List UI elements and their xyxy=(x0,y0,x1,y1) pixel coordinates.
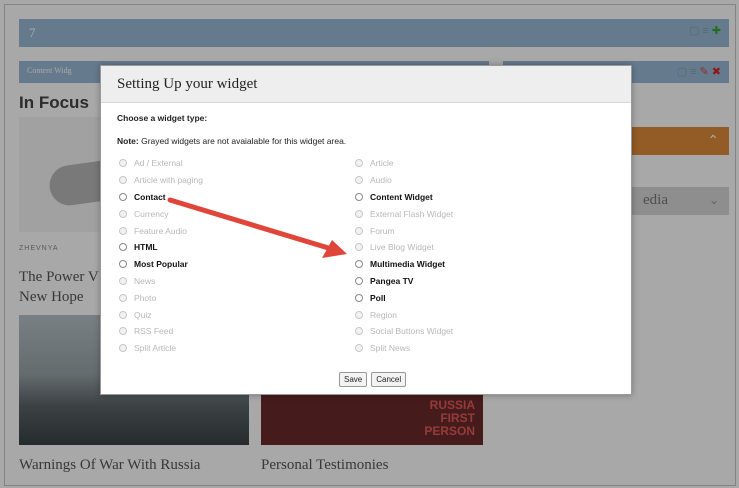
widget-option-label: Forum xyxy=(370,225,395,236)
widget-option: Currency xyxy=(119,205,203,222)
widget-option[interactable]: Most Popular xyxy=(119,256,203,273)
radio-button[interactable] xyxy=(119,243,127,252)
left-options-column: Ad / External Article with paging Contact C… xyxy=(119,155,203,357)
widget-setup-dialog: Setting Up your widget Choose a widget t… xyxy=(100,65,632,395)
widget-option[interactable]: HTML xyxy=(119,239,203,256)
radio-button xyxy=(119,293,127,302)
widget-option-label: External Flash Widget xyxy=(370,208,454,219)
widget-option-label: Social Buttons Widget xyxy=(370,326,454,337)
widget-option-label: Poll xyxy=(370,292,386,303)
radio-button xyxy=(355,159,363,168)
widget-option[interactable]: Content Widget xyxy=(355,189,453,206)
widget-option: Photo xyxy=(119,289,203,306)
widget-option: RSS Feed xyxy=(119,323,203,340)
widget-option-label: Split Article xyxy=(134,343,177,354)
widget-option-label: Content Widget xyxy=(370,191,433,202)
widget-option-label: Currency xyxy=(134,208,169,219)
widget-option: Audio xyxy=(355,172,453,189)
radio-button xyxy=(119,344,127,353)
widget-option[interactable]: Multimedia Widget xyxy=(355,256,453,273)
radio-button[interactable] xyxy=(355,276,363,285)
widget-option: Article xyxy=(355,155,453,172)
radio-button xyxy=(355,176,363,185)
radio-button xyxy=(119,159,127,168)
widget-option: Forum xyxy=(355,222,453,239)
widget-option: Split Article xyxy=(119,340,203,357)
widget-option[interactable]: Contact xyxy=(119,189,203,206)
radio-button xyxy=(355,310,363,319)
widget-option: Social Buttons Widget xyxy=(355,323,453,340)
widget-option[interactable]: Pangea TV xyxy=(355,273,453,290)
widget-option-label: Photo xyxy=(134,292,157,303)
widget-option[interactable]: Poll xyxy=(355,289,453,306)
widget-option: Live Blog Widget xyxy=(355,239,453,256)
radio-button xyxy=(119,310,127,319)
save-button[interactable]: Save xyxy=(339,372,368,387)
dialog-buttons: Save Cancel xyxy=(339,372,407,387)
widget-option-label: Feature Audio xyxy=(134,225,187,236)
right-options-column: Article Audio Content Widget External Flash… xyxy=(355,155,453,357)
radio-button[interactable] xyxy=(119,260,127,269)
widget-option-label: HTML xyxy=(134,242,158,253)
radio-button[interactable] xyxy=(119,192,127,201)
dialog-title: Setting Up your widget xyxy=(117,76,258,92)
widget-option-label: Article xyxy=(370,158,394,169)
cancel-button[interactable]: Cancel xyxy=(371,372,407,387)
radio-button xyxy=(355,226,363,235)
widget-option-label: Split News xyxy=(370,343,411,354)
widget-option: News xyxy=(119,273,203,290)
widget-option-label: Ad / External xyxy=(134,158,183,169)
widget-option-label: Multimedia Widget xyxy=(370,259,446,270)
widget-option-label: Audio xyxy=(370,175,392,186)
widget-option-label: Most Popular xyxy=(134,259,188,270)
radio-button[interactable] xyxy=(355,260,363,269)
widget-option-label: Quiz xyxy=(134,309,152,320)
widget-option: Ad / External xyxy=(119,155,203,172)
radio-button xyxy=(119,276,127,285)
note-text: Note: Grayed widgets are not avaialable … xyxy=(117,136,346,146)
note-bold: Note: xyxy=(117,136,139,146)
radio-button xyxy=(119,327,127,336)
radio-button xyxy=(119,176,127,185)
radio-button xyxy=(355,243,363,252)
radio-button xyxy=(355,344,363,353)
widget-option-label: Contact xyxy=(134,191,166,202)
radio-button xyxy=(355,209,363,218)
widget-option: Quiz xyxy=(119,306,203,323)
choose-label: Choose a widget type: xyxy=(117,113,208,123)
widget-option: Feature Audio xyxy=(119,222,203,239)
widget-option-label: Article with paging xyxy=(134,175,203,186)
widget-option-label: Region xyxy=(370,309,397,320)
radio-button[interactable] xyxy=(355,192,363,201)
widget-option: Split News xyxy=(355,340,453,357)
widget-option-label: RSS Feed xyxy=(134,326,174,337)
widget-option: External Flash Widget xyxy=(355,205,453,222)
note-body: Grayed widgets are not avaialable for th… xyxy=(138,136,347,146)
widget-option-label: News xyxy=(134,275,156,286)
widget-option-label: Pangea TV xyxy=(370,275,414,286)
radio-button xyxy=(119,226,127,235)
widget-option: Article with paging xyxy=(119,172,203,189)
widget-option: Region xyxy=(355,306,453,323)
radio-button xyxy=(355,327,363,336)
radio-button[interactable] xyxy=(355,293,363,302)
widget-option-label: Live Blog Widget xyxy=(370,242,434,253)
radio-button xyxy=(119,209,127,218)
